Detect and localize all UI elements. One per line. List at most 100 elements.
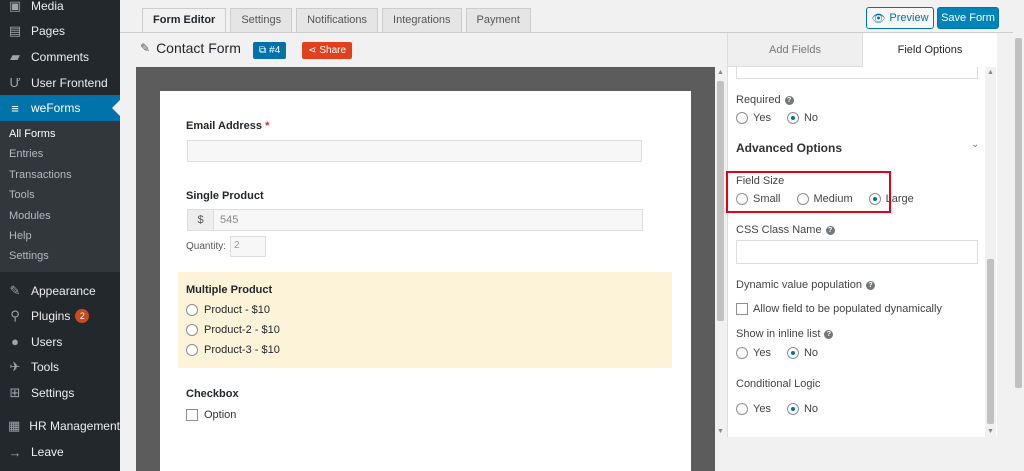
sidebar-item-pages[interactable]: ▤ Pages <box>0 19 120 45</box>
sidebar-item-label: HR Management <box>29 419 120 434</box>
share-button[interactable]: ⋖ Share <box>302 42 353 59</box>
required-yes-radio[interactable] <box>736 112 748 124</box>
sidebar-item-plugins[interactable]: ⚲ Plugins 2 <box>0 303 120 329</box>
tab-add-fields[interactable]: Add Fields <box>728 33 863 67</box>
inline-yes-radio[interactable] <box>736 347 748 359</box>
sidebar-item-label: Users <box>31 334 63 349</box>
plugins-icon: ⚲ <box>10 308 20 324</box>
sidebar-item-media[interactable]: ▣ Media <box>0 0 120 19</box>
preview-button[interactable]: 👁 Preview <box>866 7 934 29</box>
submenu-settings[interactable]: Settings <box>0 246 120 266</box>
user-frontend-icon: Ư <box>9 75 21 91</box>
pencil-icon[interactable]: ✎ <box>140 41 150 55</box>
sidebar-item-settings[interactable]: ⊞ Settings <box>0 380 120 406</box>
inline-no-radio[interactable] <box>786 347 799 359</box>
advanced-options-heading[interactable]: Advanced Options <box>736 141 842 155</box>
product-option-3[interactable]: Product-3 - $10 <box>186 344 280 356</box>
panel-scroll-thumb[interactable] <box>987 259 994 424</box>
tab-settings[interactable]: Settings <box>230 8 293 32</box>
page-scrollbar[interactable] <box>1013 0 1024 471</box>
checkbox-option[interactable]: Option <box>186 409 236 421</box>
dynamic-checkbox-row[interactable]: Allow field to be populated dynamically <box>736 303 942 315</box>
dynamic-label-text: Dynamic value population <box>736 279 862 291</box>
sidebar-item-label: User Frontend <box>31 75 108 90</box>
conditional-no-radio[interactable] <box>786 403 799 415</box>
multiple-product-field-selected[interactable]: Multiple Product Product - $10 Product-2… <box>178 272 672 368</box>
conditional-yes-radio[interactable] <box>736 403 748 415</box>
form-canvas: Email Address * Single Product $ 545 Qua… <box>136 67 715 471</box>
help-icon[interactable]: ? <box>824 329 834 339</box>
inline-label-text: Show in inline list <box>736 328 821 340</box>
product-option-2[interactable]: Product-2 - $10 <box>186 324 280 336</box>
yes-label: Yes <box>753 403 771 415</box>
tab-notifications[interactable]: Notifications <box>296 8 379 32</box>
save-form-button[interactable]: Save Form <box>937 7 999 29</box>
scroll-up-icon[interactable]: ▲ <box>717 69 724 76</box>
required-no-radio[interactable] <box>786 112 799 124</box>
sidebar-item-label: Media <box>31 0 64 13</box>
chevron-down-icon[interactable]: ⌄ <box>971 139 979 150</box>
multiple-product-label: Multiple Product <box>186 284 273 296</box>
scroll-down-icon[interactable]: ▼ <box>987 428 994 435</box>
sidebar-item-user-frontend[interactable]: Ư User Frontend <box>0 70 120 96</box>
sidebar-item-users[interactable]: ● Users <box>0 329 120 355</box>
sidebar-item-leave[interactable]: → Leave <box>0 439 120 465</box>
tab-form-editor[interactable]: Form Editor <box>142 8 227 33</box>
no-label: No <box>803 347 819 359</box>
radio-button[interactable] <box>186 304 198 316</box>
editor-tabs: Form Editor Settings Notifications Integ… <box>142 8 535 33</box>
sidebar-item-hr-management[interactable]: ▦ HR Management <box>0 414 120 440</box>
email-input[interactable] <box>187 140 642 162</box>
tab-payment[interactable]: Payment <box>465 8 531 32</box>
sidebar-item-tools[interactable]: ✈ Tools <box>0 354 120 380</box>
dynamic-checkbox[interactable] <box>736 303 748 315</box>
page-scroll-thumb[interactable] <box>1015 38 1022 388</box>
scroll-down-icon[interactable]: ▼ <box>717 428 724 435</box>
plugins-update-badge: 2 <box>75 309 90 324</box>
form-preview-paper: Email Address * Single Product $ 545 Qua… <box>160 91 691 471</box>
sidebar-item-appearance[interactable]: ✎ Appearance <box>0 278 120 304</box>
email-field-label: Email Address * <box>186 120 269 132</box>
help-icon[interactable]: ? <box>784 95 794 105</box>
pages-icon: ▤ <box>8 23 22 39</box>
submenu-modules[interactable]: Modules <box>0 206 120 226</box>
canvas-scrollbar[interactable]: ▲ ▼ <box>715 67 726 437</box>
previous-input[interactable] <box>736 67 978 79</box>
submenu-help[interactable]: Help <box>0 226 120 246</box>
checkbox[interactable] <box>186 409 198 421</box>
sidebar-item-weforms[interactable]: ≡ weForms <box>0 95 120 121</box>
sidebar-item-label: weForms <box>31 101 81 116</box>
css-class-input[interactable] <box>736 240 978 264</box>
email-label-text: Email Address <box>186 120 263 132</box>
radio-button[interactable] <box>186 324 198 336</box>
panel-scrollbar[interactable]: ▲ ▼ <box>985 67 996 437</box>
quantity-input[interactable]: 2 <box>230 236 267 257</box>
canvas-scroll-thumb[interactable] <box>717 81 724 321</box>
quantity-label: Quantity: <box>186 241 227 252</box>
product-option-label: Product - $10 <box>204 304 271 316</box>
sidebar-item-label: Pages <box>31 24 66 39</box>
form-title[interactable]: Contact Form <box>156 40 241 56</box>
weforms-submenu: All Forms Entries Transactions Tools Mod… <box>0 120 120 272</box>
single-product-label: Single Product <box>186 190 264 202</box>
preview-label: Preview <box>889 12 929 24</box>
conditional-logic-label: Conditional Logic <box>736 378 821 390</box>
tab-integrations[interactable]: Integrations <box>382 8 462 32</box>
share-label: Share <box>319 45 347 56</box>
submenu-tools[interactable]: Tools <box>0 185 120 205</box>
tab-field-options[interactable]: Field Options <box>863 33 997 67</box>
help-icon[interactable]: ? <box>865 280 875 290</box>
submenu-transactions[interactable]: Transactions <box>0 165 120 185</box>
radio-button[interactable] <box>186 344 198 356</box>
submenu-all-forms[interactable]: All Forms <box>0 124 120 144</box>
price-field: $ 545 <box>187 209 643 231</box>
sidebar-item-comments[interactable]: ▰ Comments <box>0 44 120 70</box>
panel-tabs: Add Fields Field Options <box>728 33 997 67</box>
help-icon[interactable]: ? <box>825 225 835 235</box>
css-class-label: CSS Class Name? <box>736 224 835 236</box>
scroll-up-icon[interactable]: ▲ <box>987 69 994 76</box>
dynamic-population-label: Dynamic value population? <box>736 279 875 291</box>
product-option-1[interactable]: Product - $10 <box>186 304 270 316</box>
submenu-entries[interactable]: Entries <box>0 144 120 164</box>
form-id-badge[interactable]: ⧉ #4 <box>253 42 287 59</box>
